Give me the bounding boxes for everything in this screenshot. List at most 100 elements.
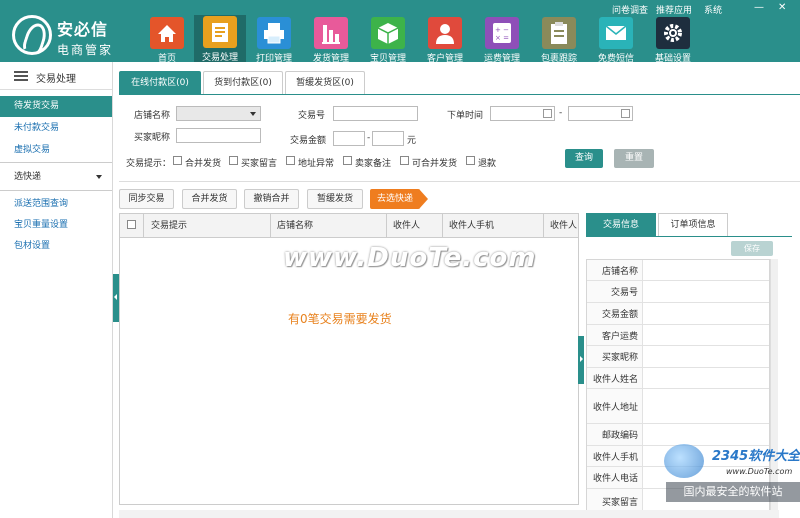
top-bar: 安必信 电商管家 问卷调查 推荐应用 系统 — ✕ 首页 交易处理 打印管理 发… [0,0,800,64]
sidebar-item-choose-express[interactable]: 选快递 [0,167,112,188]
sidebar-item-weight-settings[interactable]: 宝贝重量设置 [0,215,112,236]
nav-customer[interactable]: 客户管理 [419,16,471,64]
survey-link[interactable]: 问卷调查 [612,3,648,16]
nav-trade-label: 交易处理 [201,53,238,63]
hint-address-label: 地址异常 [298,159,335,169]
time-separator: - [559,108,563,118]
hint-seller-note-label: 卖家备注 [355,159,392,169]
horizontal-scrollbar[interactable] [119,510,779,518]
amount-max-input[interactable] [372,131,404,146]
sidebar-header: 交易处理 [0,62,112,90]
info-row: 收件人姓名 [587,368,769,389]
reset-button[interactable]: 重置 [614,149,654,168]
watermark-logo-icon [664,444,704,478]
nav-freight[interactable]: + − × = 运费管理 [476,16,528,64]
info-row: 交易号 [587,281,769,303]
merge-ship-button[interactable]: 合并发货 [182,189,237,209]
nav-shipping[interactable]: 发货管理 [305,16,357,64]
logo-icon [12,15,52,55]
sidebar-item-virtual[interactable]: 虚拟交易 [0,140,112,161]
calendar-icon[interactable] [543,109,552,118]
person-icon [428,17,462,49]
sidebar-item-unpaid[interactable]: 未付款交易 [0,118,112,139]
svg-text:+ −: + − [495,26,509,34]
recommend-apps-link[interactable]: 推荐应用 [656,3,692,16]
system-menu[interactable]: 系统 [704,3,722,16]
hint-refund-checkbox[interactable] [466,156,475,165]
hint-mergeable-checkbox[interactable] [400,156,409,165]
info-label: 店铺名称 [587,260,643,280]
shop-name-select[interactable] [176,106,261,121]
nav-sms[interactable]: 免费短信 [590,16,642,64]
nav-home-label: 首页 [157,54,176,64]
nav-print-label: 打印管理 [255,54,292,64]
col-receiver-mobile[interactable]: 收件人手机 [443,214,544,238]
select-all-checkbox[interactable] [127,220,136,229]
divider [0,162,112,163]
brand-name: 安必信 [57,20,109,39]
save-button[interactable]: 保存 [731,241,773,256]
tab-order-items[interactable]: 订单项信息 [658,213,728,237]
sidebar-item-packaging[interactable]: 包材设置 [0,236,112,257]
menu-icon[interactable] [14,71,28,81]
sync-trade-button[interactable]: 同步交易 [119,189,174,209]
hint-seller-note-checkbox[interactable] [343,156,352,165]
nav-goods[interactable]: 宝贝管理 [362,16,414,64]
sidebar-item-delivery-range[interactable]: 派送范围查询 [0,194,112,215]
hints-label: 交易提示： [126,159,172,169]
order-time-start-input[interactable] [490,106,555,121]
watermark-url: www.DuoTe.com [726,467,793,476]
right-panel-toggle-handle[interactable] [578,336,584,384]
tab-deferred-shipping[interactable]: 暂缓发货区(0) [285,71,365,95]
col-receiver[interactable]: 收件人 [387,214,443,238]
info-label: 收件人电话 [587,467,643,488]
trade-no-label: 交易号 [298,111,326,121]
watermark-2345-text: 2345软件大全 [712,449,800,464]
sidebar-item-pending-shipment[interactable]: 待发货交易 [0,96,112,117]
query-button[interactable]: 查询 [565,149,603,168]
hint-merge-checkbox[interactable] [173,156,182,165]
sidebar: 交易处理 待发货交易 未付款交易 虚拟交易 选快递 派送范围查询 宝贝重量设置 … [0,62,113,518]
tab-trade-info[interactable]: 交易信息 [586,213,656,237]
buyer-nick-input[interactable] [176,128,261,143]
mail-icon [599,17,633,49]
tab-online-payment[interactable]: 在线付款区(0) [119,71,201,95]
gear-icon [656,17,690,49]
calendar-icon[interactable] [621,109,630,118]
sidebar-title: 交易处理 [36,74,76,85]
col-trade-hint[interactable]: 交易提示 [144,214,271,238]
nav-print[interactable]: 打印管理 [248,16,300,64]
nav-tracking[interactable]: 包裹跟踪 [533,16,585,64]
printer-icon [257,17,291,49]
trade-no-input[interactable] [333,106,418,121]
box-icon [371,17,405,49]
nav-home[interactable]: 首页 [141,16,193,64]
hint-address-checkbox[interactable] [286,156,295,165]
col-receiver-more[interactable]: 收件人 [544,214,578,238]
document-list-icon [203,16,237,48]
bar-chart-icon [314,17,348,49]
clipboard-icon [542,17,576,49]
order-time-label: 下单时间 [447,111,484,121]
close-button[interactable]: ✕ [778,2,786,13]
col-shop-name[interactable]: 店铺名称 [271,214,387,238]
amount-min-input[interactable] [333,131,365,146]
home-icon [150,17,184,49]
info-label: 收件人地址 [587,389,643,423]
minimize-button[interactable]: — [754,2,764,13]
nav-goods-label: 宝贝管理 [369,54,406,64]
svg-text:× =: × = [495,34,509,42]
divider [0,190,112,191]
choose-express-button[interactable]: 去选快递 [370,189,428,209]
defer-ship-button[interactable]: 暂缓发货 [307,189,363,209]
hint-buyer-msg-checkbox[interactable] [229,156,238,165]
undo-merge-button[interactable]: 撤销合并 [244,189,299,209]
tab-cash-on-delivery[interactable]: 货到付款区(0) [203,71,283,95]
amount-label: 交易金额 [290,136,327,146]
order-time-end-input[interactable] [568,106,633,121]
nav-settings[interactable]: 基础设置 [647,16,699,64]
info-label: 邮政编码 [587,424,643,445]
brand-subtitle: 电商管家 [57,43,114,57]
nav-customer-label: 客户管理 [426,54,463,64]
nav-trade[interactable]: 交易处理 [194,15,246,63]
